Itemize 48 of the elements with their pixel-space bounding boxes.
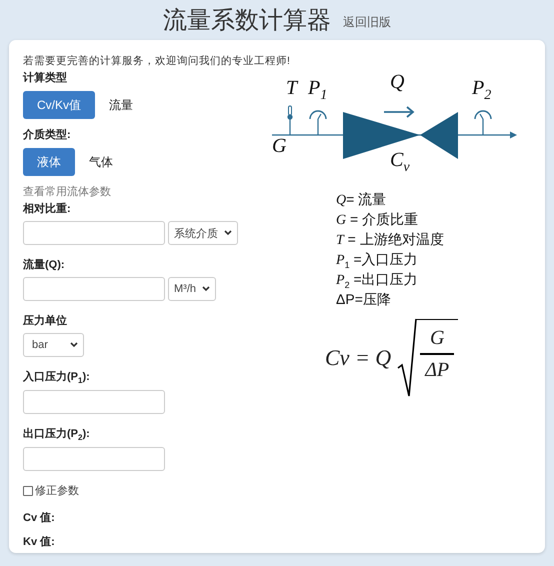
legend-item: ΔP=压降 (336, 290, 392, 308)
checkbox[interactable] (23, 486, 33, 496)
fluid-params-link[interactable]: 查看常用流体参数 (23, 184, 264, 199)
unit-select[interactable]: bar (23, 333, 84, 357)
caret-icon (70, 342, 78, 348)
diagram-label: P$_{2}$ (472, 78, 492, 103)
thermometer-icon (287, 106, 293, 135)
flow-arrow (384, 106, 414, 118)
unit-select[interactable]: 系统介质 (168, 221, 238, 245)
checkbox-label: 修正参数 (35, 484, 79, 498)
notice-text: 若需要更完善的计算服务，欢迎询问我们的专业工程师! (23, 54, 291, 68)
result-label: Kv 值: (23, 535, 56, 550)
field-label: 压力单位 (23, 314, 68, 328)
section-label: 介质类型: (23, 128, 72, 142)
result-label: Cv 值: (23, 511, 56, 526)
legend-item: T = 上游绝对温度 (336, 230, 445, 250)
caret-icon (224, 230, 232, 236)
legend-item: G = 介质比重 (336, 210, 420, 230)
legend-item: P$_{1}$ =入口压力 (336, 250, 419, 270)
diagram-label: P$_{1}$ (308, 78, 328, 103)
denominator: ΔP (425, 358, 450, 382)
input-field[interactable] (23, 447, 165, 472)
legend-item: Q= 流量 (336, 190, 388, 210)
diagram-label: C$_{v}$ (390, 150, 410, 175)
diagram-label: G (272, 136, 286, 156)
page-title: 流量系数计算器 (163, 6, 331, 36)
input-field[interactable] (23, 221, 165, 245)
numerator: G (430, 326, 444, 350)
field-label: 出口压力(P$_{2}$): (23, 426, 91, 442)
field-label: 流量(Q): (23, 258, 66, 272)
caret-icon (202, 286, 210, 292)
diagram-label: T (286, 78, 298, 98)
diagram-label: Q (390, 72, 404, 92)
unit-select[interactable]: M³/h (168, 277, 216, 301)
field-label: 入口压力(P$_{1}$): (23, 370, 91, 386)
calc-type-option[interactable]: Cv/Kv值 (23, 91, 96, 119)
calc-type-option[interactable]: 流量 (95, 91, 148, 119)
gauge-icon (474, 110, 492, 135)
field-label: 相对比重: (23, 202, 72, 216)
formula-text: Cv = Q (325, 345, 392, 371)
input-field[interactable] (23, 390, 165, 414)
legend-item: P$_{2}$ =出口压力 (336, 270, 419, 290)
section-label: 计算类型 (23, 70, 68, 85)
gauge-icon (309, 110, 327, 135)
medium-option[interactable]: 液体 (23, 148, 75, 176)
input-field[interactable] (23, 277, 165, 301)
medium-option[interactable]: 气体 (75, 148, 127, 176)
back-link[interactable]: 返回旧版 (343, 14, 391, 31)
